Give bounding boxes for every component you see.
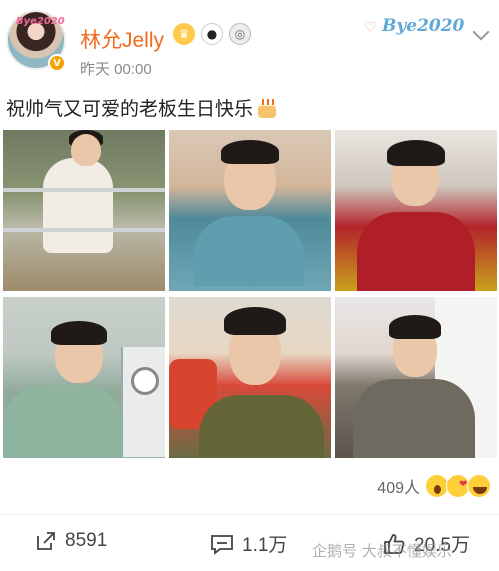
post-text: 祝帅气又可爱的老板生日快乐 <box>6 94 278 121</box>
header-sticker-text: Bye2020 <box>382 16 465 36</box>
header-sticker: ♡ Bye2020 <box>360 8 475 46</box>
verified-badge: V <box>48 54 66 72</box>
post-text-content: 祝帅气又可爱的老板生日快乐 <box>6 99 254 120</box>
post-header: Bye2020 V 林允Jelly ♛ ● ◎ 昨天 00:00 ♡ Bye20… <box>0 0 499 84</box>
sticker-decoration-icon: ♡ <box>364 20 377 36</box>
medal-badge-icon[interactable]: ◎ <box>229 23 251 45</box>
avatar-sticker: Bye2020 <box>16 16 65 27</box>
share-count: 8591 <box>65 530 108 551</box>
post-time: 昨天 00:00 <box>80 61 152 78</box>
photo-4[interactable] <box>3 297 165 458</box>
crown-badge-icon[interactable]: ♛ <box>173 23 195 45</box>
author-name[interactable]: 林允Jelly <box>80 24 164 54</box>
watermark: 企鹅号 大叔不懂娱乐 <box>312 542 452 560</box>
comment-button[interactable]: 1.1万 <box>210 530 287 557</box>
photo-3[interactable] <box>335 130 497 291</box>
divider <box>0 514 499 515</box>
laugh-emoji-icon <box>467 474 491 498</box>
photo-grid <box>3 130 497 460</box>
photo-1[interactable] <box>3 130 165 291</box>
author-badges: ♛ ● ◎ <box>173 23 251 45</box>
share-icon <box>37 532 55 550</box>
reactions[interactable]: 409人 <box>377 474 491 498</box>
photo-2[interactable] <box>169 130 331 291</box>
chevron-down-icon[interactable] <box>472 23 490 41</box>
comment-count: 1.1万 <box>242 535 288 556</box>
panda-badge-icon[interactable]: ● <box>201 23 223 45</box>
photo-6[interactable] <box>335 297 497 458</box>
photo-5[interactable] <box>169 297 331 458</box>
comment-icon <box>211 534 233 555</box>
avatar[interactable]: Bye2020 V <box>6 10 66 72</box>
birthday-cake-icon <box>256 98 278 118</box>
reaction-count: 409人 <box>377 480 420 497</box>
share-button[interactable]: 8591 <box>35 530 107 552</box>
